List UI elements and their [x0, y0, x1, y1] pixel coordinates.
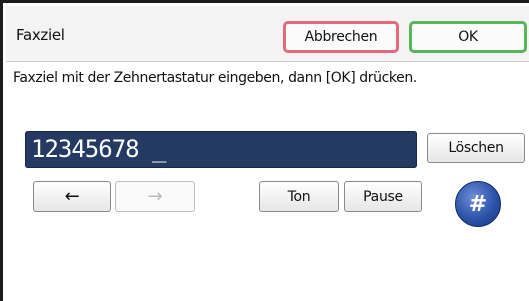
cursor-left-button[interactable]: ← [33, 181, 111, 212]
ok-button[interactable]: OK [409, 21, 527, 53]
page-title: Faxziel [16, 26, 65, 44]
cursor-right-button[interactable]: → [115, 181, 195, 212]
cancel-button[interactable]: Abbrechen [283, 21, 399, 53]
fax-destination-panel: Faxziel Abbrechen OK Faxziel mit der Zeh… [0, 0, 529, 301]
clear-button[interactable]: Löschen [427, 133, 525, 163]
hash-button[interactable]: # [455, 181, 501, 227]
arrow-right-icon: → [147, 186, 163, 207]
tone-button[interactable]: Ton [259, 181, 339, 212]
instruction-text: Faxziel mit der Zehnertastatur eingeben,… [13, 70, 417, 86]
pause-button[interactable]: Pause [344, 181, 422, 212]
arrow-left-icon: ← [64, 186, 80, 207]
fax-number-field[interactable]: 12345678 _ [25, 131, 417, 168]
fax-number-value: 12345678 _ [31, 135, 166, 163]
hash-icon: # [468, 191, 488, 217]
